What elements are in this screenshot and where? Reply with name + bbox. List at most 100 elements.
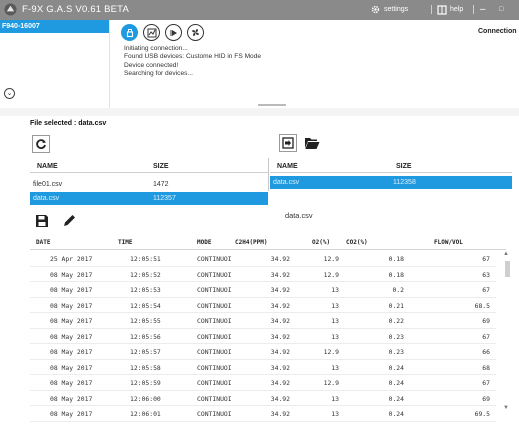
device-file-row-selected[interactable]: data.csv 112358 [270,176,512,189]
table-row[interactable]: 08 May 2017 12:05:53 CONTINUOI 34.92 13 0.2 67 [30,282,496,298]
file-size: 112358 [393,179,416,186]
device-item[interactable]: F940-16007 [0,20,109,33]
table-row[interactable]: 08 May 2017 12:05:59 CONTINUOI 34.92 12.9 0.2… [30,375,496,391]
cell-co2: 0.24 [388,410,404,418]
cell-o2: 12.9 [323,270,339,279]
cell-mode: CONTINUOI [197,270,232,279]
log-line: Initiating connection... [124,45,188,52]
cell-time: 12:05:57 [130,348,161,356]
cell-flow: 69 [482,317,490,325]
expand-button[interactable]: ⌄ [4,88,15,99]
cell-co2: 0.18 [388,255,404,263]
panel-separator [0,108,519,116]
settings-button[interactable]: settings [370,3,408,16]
cell-flow: 67 [482,255,490,263]
cell-time: 12:05:56 [130,332,161,341]
cell-flow: 67 [482,286,490,294]
scroll-up-icon[interactable]: ▲ [503,251,509,257]
cell-c2h4: 34.92 [270,286,290,294]
scroll-down-icon[interactable]: ▼ [503,405,509,411]
cell-o2: 13 [331,410,339,418]
floppy-disk-icon [36,215,48,227]
table-row[interactable]: 08 May 2017 12:06:01 CONTINUOI 34.92 13 0.24 6… [30,406,496,422]
usb-button[interactable] [121,24,138,41]
refresh-button[interactable] [32,135,50,153]
cell-mode: CONTINUOI [197,363,232,372]
connection-log: Initiating connection... Found USB devic… [124,45,261,78]
cell-co2: 0.18 [388,270,404,279]
data-table-scrollbar[interactable]: ▲ ▼ [502,251,512,416]
table-row[interactable]: 25 Apr 2017 12:05:51 CONTINUOI 34.92 12.9 0.1… [30,251,496,267]
cell-date: 25 Apr 2017 [50,255,93,263]
cell-c2h4: 34.92 [270,332,290,341]
edit-button[interactable] [62,213,77,230]
cell-time: 12:05:55 [130,317,161,325]
toolbar [121,24,204,44]
cell-o2: 13 [331,301,339,310]
scroll-thumb[interactable] [505,261,510,277]
cell-co2: 0.24 [388,363,404,372]
column-header-name: NAME [277,163,298,170]
save-button[interactable] [35,214,49,230]
cell-flow: 67 [482,379,490,387]
column-header-flow-vol: FLOW/VOL [434,239,463,246]
file-size: 112357 [153,195,176,202]
cell-flow: 69 [482,394,490,403]
cell-co2: 0.22 [388,317,404,325]
maximize-button[interactable]: □ [499,3,503,16]
file-name: file01.csv [33,181,63,188]
column-header-date: DATE [36,239,51,246]
file-selected-label: File selected : data.csv [30,120,107,127]
data-table-body: 25 Apr 2017 12:05:51 CONTINUOI 34.92 12.9 0.1… [30,251,496,422]
cell-time: 12:05:54 [130,301,161,310]
pencil-icon [64,215,75,226]
table-row[interactable]: 08 May 2017 12:05:56 CONTINUOI 34.92 13 0.23 6… [30,329,496,344]
cell-o2: 13 [331,286,339,294]
table-row[interactable]: 08 May 2017 12:06:00 CONTINUOI 34.92 13 0.24 6… [30,391,496,406]
column-header-name: NAME [37,163,58,170]
cell-mode: CONTINUOI [197,394,232,403]
log-line: Found USB devices: Custome HID in FS Mod… [124,53,262,61]
cell-mode: CONTINUOI [197,348,232,356]
column-header-o2: O2(%) [312,239,331,246]
divider [473,5,474,14]
import-button[interactable] [279,134,297,152]
cell-flow: 67 [482,332,490,341]
fan-icon [192,29,199,36]
device-files-header: NAME SIZE [270,159,512,173]
cell-mode: CONTINUOI [197,255,232,263]
cell-c2h4: 34.92 [270,348,290,356]
cell-c2h4: 34.92 [270,301,290,310]
cell-co2: 0.23 [388,348,404,356]
cell-o2: 12.9 [323,348,339,356]
column-header-size: SIZE [396,163,412,170]
play-button[interactable] [165,24,182,41]
folder-open-icon [305,138,320,149]
folder-button[interactable] [304,136,320,152]
cell-o2: 13 [331,363,339,372]
table-row[interactable]: 08 May 2017 12:05:57 CONTINUOI 34.92 12.9 0.2… [30,344,496,360]
resize-handle[interactable] [258,104,286,106]
column-header-co2: CO2(%) [346,239,368,246]
table-row[interactable]: 08 May 2017 12:05:55 CONTINUOI 34.92 13 0.22 6… [30,313,496,329]
minimize-button[interactable]: – [480,3,486,16]
local-file-row-selected[interactable]: data.csv 112357 [30,192,268,205]
cell-co2: 0.24 [388,394,404,403]
cell-flow: 69.5 [474,410,490,418]
connection-button[interactable]: Connection [478,28,517,35]
cell-time: 12:05:52 [130,270,161,279]
cell-mode: CONTINUOI [197,332,232,341]
device-list: F940-16007 ⌄ [0,20,110,108]
table-row[interactable]: 08 May 2017 12:05:58 CONTINUOI 34.92 13 0.24 6… [30,360,496,375]
cell-date: 08 May 2017 [50,270,93,279]
local-file-row[interactable]: file01.csv 1472 [30,178,268,191]
cell-c2h4: 34.92 [270,379,290,387]
cell-mode: CONTINUOI [197,301,232,310]
cell-flow: 68 [482,363,490,372]
table-row[interactable]: 08 May 2017 12:05:52 CONTINUOI 34.92 12.9 0.1… [30,267,496,282]
help-button[interactable]: help [437,3,463,16]
fan-button[interactable] [187,24,204,41]
table-row[interactable]: 08 May 2017 12:05:54 CONTINUOI 34.92 13 0.21 6… [30,298,496,313]
play-icon [170,29,177,36]
chart-button[interactable] [143,24,160,41]
